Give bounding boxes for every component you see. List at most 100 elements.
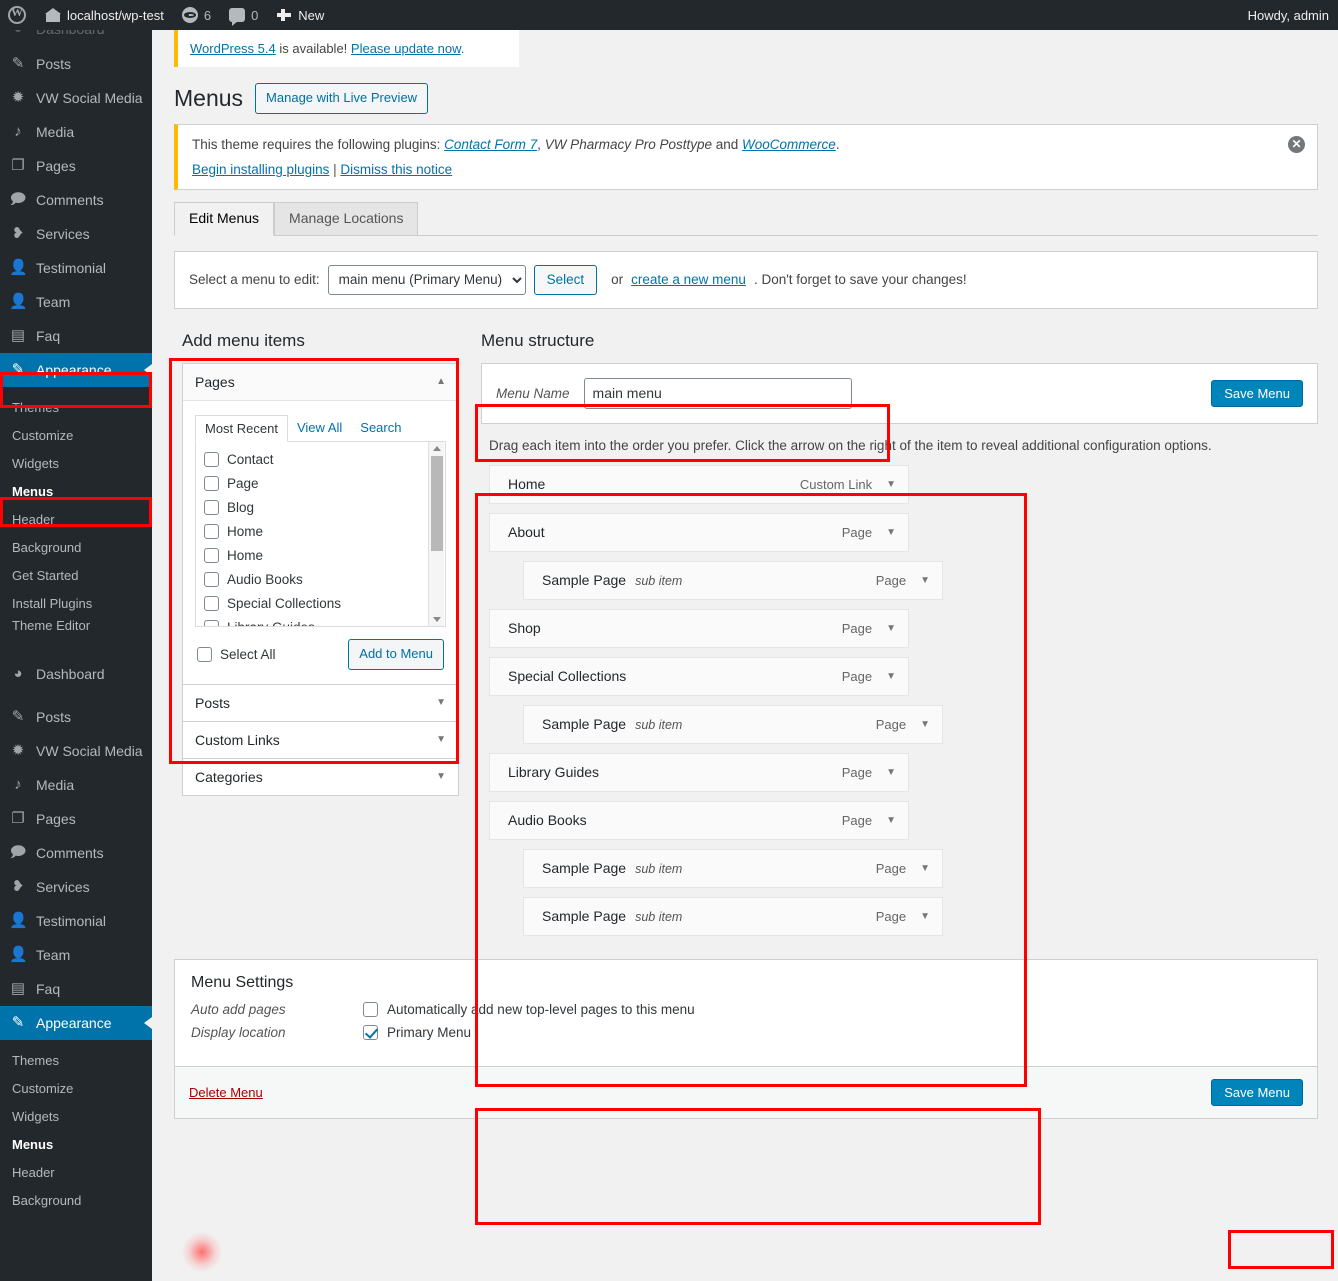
sidebar-subitem-menus[interactable]: Menus — [0, 477, 152, 505]
page-checkbox[interactable] — [204, 548, 219, 564]
list-item[interactable]: Library Guides — [204, 616, 445, 626]
page-checkbox[interactable] — [204, 476, 219, 492]
pages-list-scrollbar[interactable] — [428, 441, 444, 626]
pages-checkbox-list[interactable]: Contact Page Blog Home Home Audio Books … — [195, 441, 446, 627]
table-row[interactable]: Audio Books Page ▼ — [489, 800, 909, 840]
page-checkbox[interactable] — [204, 620, 219, 626]
list-item[interactable]: Home — [204, 520, 445, 544]
list-item[interactable]: Audio Books — [204, 568, 445, 592]
menu-select-dropdown[interactable]: main menu (Primary Menu) — [327, 264, 526, 295]
sidebar-subitem-header[interactable]: Header — [0, 1158, 152, 1186]
posts-accordion-header[interactable]: Posts ▼ — [183, 684, 458, 721]
admin-sidebar[interactable]: ◕ Dashboard ✎ Posts ✹ VW Social Media ♪ … — [0, 20, 152, 1281]
sidebar-item-services[interactable]: ❥ Services — [0, 870, 152, 904]
sidebar-subitem-header[interactable]: Header — [0, 505, 152, 533]
table-row[interactable]: Special Collections Page ▼ — [489, 656, 909, 696]
chevron-down-icon[interactable]: ▼ — [436, 771, 446, 782]
scroll-up-icon[interactable] — [433, 445, 441, 451]
save-menu-button-top[interactable]: Save Menu — [1211, 379, 1303, 407]
tab-edit-menus[interactable]: Edit Menus — [174, 202, 275, 236]
begin-installing-plugins-link[interactable]: Begin installing plugins — [192, 162, 329, 177]
comments-link[interactable]: 0 — [220, 0, 267, 30]
sidebar-subitem-background[interactable]: Background — [0, 533, 152, 561]
chevron-down-icon[interactable]: ▼ — [886, 479, 896, 490]
table-row[interactable]: Library Guides Page ▼ — [489, 752, 909, 792]
woocommerce-link[interactable]: WooCommerce — [742, 137, 836, 152]
chevron-down-icon[interactable]: ▼ — [886, 767, 896, 778]
page-checkbox[interactable] — [204, 572, 219, 588]
chevron-down-icon[interactable]: ▼ — [886, 671, 896, 682]
chevron-down-icon[interactable]: ▼ — [886, 623, 896, 634]
chevron-down-icon[interactable]: ▼ — [436, 734, 446, 745]
chevron-down-icon[interactable]: ▼ — [886, 527, 896, 538]
table-row[interactable]: Sample Page sub item Page ▼ — [523, 560, 943, 600]
mini-tab-search[interactable]: Search — [351, 415, 410, 441]
please-update-link[interactable]: Please update now — [351, 41, 461, 56]
mini-tab-most-recent[interactable]: Most Recent — [195, 414, 288, 442]
menu-name-input[interactable] — [583, 377, 852, 409]
sidebar-subitem-customize[interactable]: Customize — [0, 1074, 152, 1102]
contact-form-7-link[interactable]: Contact Form 7 — [444, 137, 537, 152]
sidebar-subitem-themes[interactable]: Themes — [0, 1046, 152, 1074]
sidebar-item-media[interactable]: ♪ Media — [0, 768, 152, 802]
howdy-menu[interactable]: Howdy, admin — [1239, 0, 1338, 30]
sidebar-item-testimonial[interactable]: 👤 Testimonial — [0, 904, 152, 938]
wordpress-logo-menu[interactable] — [0, 0, 36, 30]
list-item[interactable]: Page — [204, 472, 445, 496]
sidebar-item-pages[interactable]: ❐ Pages — [0, 149, 152, 183]
new-content-link[interactable]: New — [267, 0, 333, 30]
dismiss-this-notice-link[interactable]: Dismiss this notice — [340, 162, 452, 177]
add-to-menu-button[interactable]: Add to Menu — [348, 638, 444, 670]
table-row[interactable]: Sample Page sub item Page ▼ — [523, 704, 943, 744]
select-button[interactable]: Select — [533, 264, 598, 295]
chevron-down-icon[interactable]: ▼ — [436, 697, 446, 708]
select-all-checkbox[interactable] — [197, 646, 212, 662]
save-menu-button-bottom[interactable]: Save Menu — [1211, 1078, 1303, 1106]
list-item[interactable]: Home — [204, 544, 445, 568]
sidebar-item-posts[interactable]: ✎ Posts — [0, 700, 152, 734]
sidebar-item-services[interactable]: ❥ Services — [0, 217, 152, 251]
sidebar-item-team[interactable]: 👤 Team — [0, 285, 152, 319]
sidebar-item-dashboard[interactable]: ◕ Dashboard — [0, 657, 152, 691]
sidebar-item-media[interactable]: ♪ Media — [0, 115, 152, 149]
custom-links-accordion-header[interactable]: Custom Links ▼ — [183, 721, 458, 758]
page-checkbox[interactable] — [204, 452, 219, 468]
page-checkbox[interactable] — [204, 500, 219, 516]
sidebar-item-vw-social-media[interactable]: ✹ VW Social Media — [0, 734, 152, 768]
scroll-down-icon[interactable] — [433, 616, 441, 622]
sidebar-subitem-customize[interactable]: Customize — [0, 421, 152, 449]
table-row[interactable]: Sample Page sub item Page ▼ — [523, 848, 943, 888]
close-icon[interactable]: ✕ — [1288, 135, 1305, 153]
display-location-control[interactable]: Primary Menu — [363, 1024, 471, 1040]
sidebar-subitem-menus[interactable]: Menus — [0, 1130, 152, 1158]
table-row[interactable]: Sample Page sub item Page ▼ — [523, 896, 943, 936]
table-row[interactable]: About Page ▼ — [489, 512, 909, 552]
sidebar-item-faq[interactable]: ▤ Faq — [0, 972, 152, 1006]
auto-add-pages-checkbox[interactable] — [363, 1001, 378, 1017]
sidebar-item-comments[interactable]: 🗩 Comments — [0, 183, 152, 217]
sidebar-subitem-background[interactable]: Background — [0, 1186, 152, 1214]
sidebar-item-vw-social-media[interactable]: ✹ VW Social Media — [0, 81, 152, 115]
display-location-checkbox[interactable] — [363, 1024, 378, 1040]
sidebar-subitem-theme-editor[interactable]: Theme Editor — [0, 617, 152, 633]
scrollbar-thumb[interactable] — [431, 455, 443, 551]
sidebar-subitem-widgets[interactable]: Widgets — [0, 449, 152, 477]
page-checkbox[interactable] — [204, 596, 219, 612]
manage-with-live-preview-button[interactable]: Manage with Live Preview — [255, 83, 429, 114]
wordpress-version-link[interactable]: WordPress 5.4 — [190, 41, 276, 56]
site-name-link[interactable]: localhost/wp-test — [36, 0, 173, 30]
sidebar-item-pages[interactable]: ❐ Pages — [0, 802, 152, 836]
chevron-up-icon[interactable]: ▲ — [436, 376, 446, 387]
chevron-down-icon[interactable]: ▼ — [920, 863, 930, 874]
list-item[interactable]: Special Collections — [204, 592, 445, 616]
list-item[interactable]: Blog — [204, 496, 445, 520]
chevron-down-icon[interactable]: ▼ — [886, 815, 896, 826]
categories-accordion-header[interactable]: Categories ▼ — [183, 758, 458, 795]
auto-add-pages-control[interactable]: Automatically add new top-level pages to… — [363, 1001, 695, 1017]
sidebar-item-team[interactable]: 👤 Team — [0, 938, 152, 972]
table-row[interactable]: Home Custom Link ▼ — [489, 464, 909, 504]
create-a-new-menu-link[interactable]: create a new menu — [631, 272, 746, 287]
sidebar-subitem-get-started[interactable]: Get Started — [0, 561, 152, 589]
sidebar-item-comments[interactable]: 🗩 Comments — [0, 836, 152, 870]
sidebar-item-appearance[interactable]: ✎ Appearance — [0, 353, 152, 387]
